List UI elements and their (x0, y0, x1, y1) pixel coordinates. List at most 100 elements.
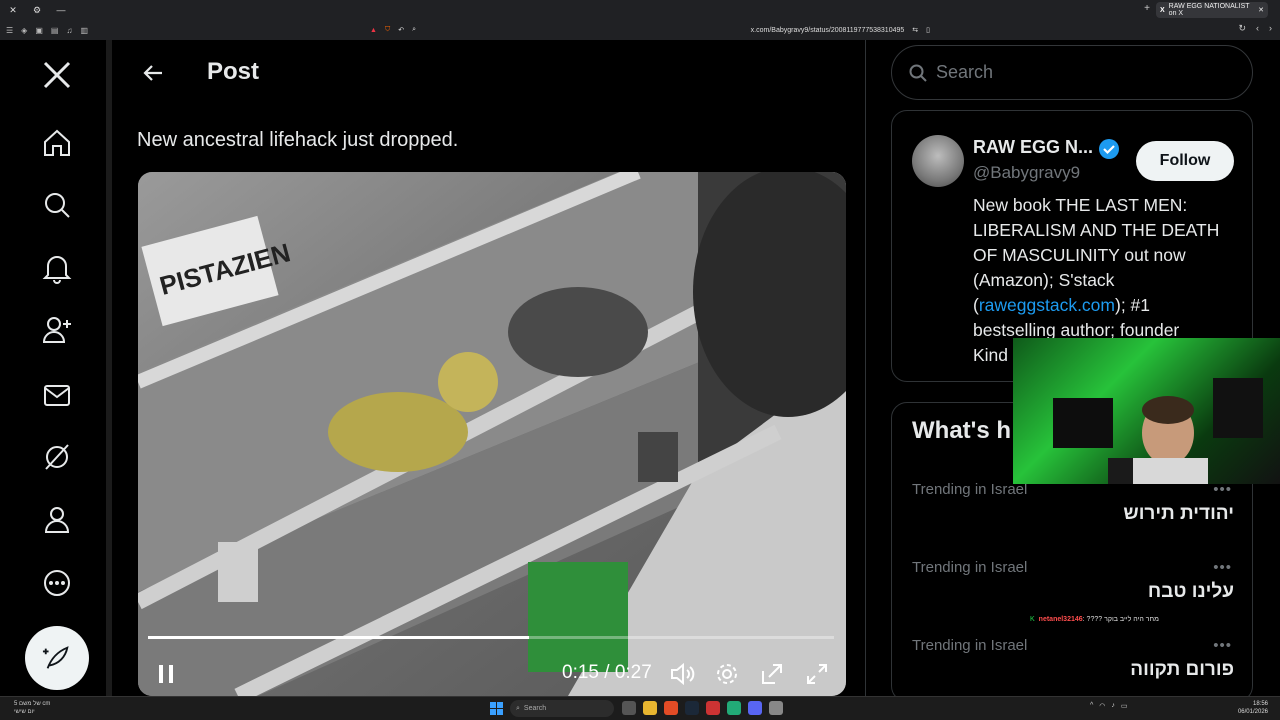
taskbar-search-label: Search (523, 705, 547, 712)
trend-meta: Trending in Israel (912, 637, 1028, 654)
tab-close-icon[interactable]: ✕ (1258, 6, 1264, 14)
more-options-icon[interactable]: ••• (1213, 559, 1232, 576)
bookmark-icon[interactable]: ▯ (926, 26, 930, 34)
video-time: 0:15 / 0:27 (562, 662, 652, 683)
more-icon[interactable] (38, 564, 76, 602)
bio-line: OF MASCULINITY out now (973, 245, 1186, 265)
new-tab-icon[interactable]: + (1144, 3, 1150, 14)
trend-meta: Trending in Israel (912, 481, 1028, 498)
back-icon[interactable]: ‹ (1256, 23, 1259, 34)
trend-item[interactable]: Trending in Israel ••• יהודית תירוש (892, 481, 1252, 559)
pause-icon (159, 665, 173, 683)
settings-button[interactable] (711, 658, 743, 690)
profile-icon[interactable] (38, 501, 76, 539)
pause-button[interactable] (150, 658, 182, 690)
webcam-frame (1053, 378, 1263, 484)
arrow-left-icon (143, 65, 162, 81)
trend-name: יהודית תירוש (1123, 503, 1234, 524)
x-favicon-icon: X (1160, 6, 1165, 14)
battery-icon[interactable]: ▭ (1121, 702, 1128, 710)
brave-rewards-icon[interactable]: ▲ (370, 27, 377, 34)
bio-link[interactable]: raweggstack.com (979, 295, 1115, 315)
app-icon[interactable] (727, 701, 741, 715)
settings-icon[interactable]: ⚙ (30, 5, 44, 16)
add-user-icon[interactable] (38, 311, 76, 349)
search-nav-icon[interactable]: ⌕ (412, 26, 416, 34)
clock[interactable]: 18:56 06/01/2026 (1238, 700, 1268, 716)
stream-chat-message: Knetanel32146: ???? מחר היה לייב בוקר (1030, 616, 1159, 623)
compose-post-button[interactable] (25, 626, 89, 690)
trend-name: עלינו טבח (1147, 581, 1234, 602)
sidebar-icon[interactable]: ▥ (80, 26, 88, 35)
trends-title: What's h (912, 417, 1012, 444)
shield-icon[interactable]: ◈ (21, 26, 27, 35)
mail-icon[interactable] (38, 376, 76, 414)
video-progress-fill (148, 636, 529, 639)
share-icon[interactable]: ⇆ (912, 26, 918, 34)
back-nav-icon[interactable]: ↶ (398, 26, 404, 34)
url-text[interactable]: x.com/Babygravy9/status/2008119777538310… (751, 27, 905, 34)
settings-icon[interactable] (769, 701, 783, 715)
close-window-icon[interactable]: ✕ (6, 5, 20, 16)
extensions-icon[interactable]: ▣ (35, 26, 43, 35)
task-view-icon[interactable] (622, 701, 636, 715)
video-player[interactable]: PISTAZIEN 0:15 / 0:27 (138, 172, 846, 696)
profile-name[interactable]: RAW EGG N... (973, 137, 1093, 158)
profile-handle[interactable]: @Babygravy9 (973, 163, 1080, 183)
file-explorer-icon[interactable] (643, 701, 657, 715)
brave-icon[interactable] (664, 701, 678, 715)
grok-icon[interactable] (38, 438, 76, 476)
chevron-up-icon[interactable]: ^ (1090, 702, 1093, 710)
gear-icon (717, 664, 737, 684)
search-icon[interactable] (38, 186, 76, 224)
volume-button[interactable] (666, 658, 698, 690)
search-placeholder: Search (936, 62, 994, 82)
bio-line: LIBERALISM AND THE DEATH (973, 220, 1220, 240)
clock-date: 06/01/2026 (1237, 709, 1268, 715)
taskbar-search[interactable]: ⌕ Search (510, 700, 614, 717)
trend-name: פורום תקווה (1130, 659, 1234, 680)
browser-chrome: ✕ ⚙ — + X RAW EGG NATIONALIST on X ✕ ☰ ◈… (0, 0, 1280, 40)
address-bar[interactable]: ▲ ⛉ ↶ ⌕ x.com/Babygravy9/status/20081197… (370, 22, 930, 38)
chat-badge-icon: K (1030, 616, 1035, 623)
follow-button[interactable]: Follow (1136, 141, 1234, 181)
forward-icon[interactable]: › (1269, 23, 1272, 34)
picture-in-picture-button[interactable] (756, 658, 788, 690)
minimize-icon[interactable]: — (54, 5, 68, 15)
music-icon[interactable]: ♫ (66, 26, 72, 35)
discord-icon[interactable] (748, 701, 762, 715)
taskbar: של משם 5 cm יום שישי ⌕ Search ^ ◠ ♪ ▭ 18… (0, 696, 1280, 720)
system-tray: ^ ◠ ♪ ▭ (1090, 702, 1128, 710)
browser-tab[interactable]: X RAW EGG NATIONALIST on X ✕ (1156, 2, 1268, 18)
volume-icon[interactable]: ♪ (1111, 702, 1115, 710)
post-text: New ancestral lifehack just dropped. (137, 129, 459, 151)
steam-icon[interactable] (685, 701, 699, 715)
trend-meta: Trending in Israel (912, 559, 1028, 576)
avatar[interactable] (912, 135, 964, 187)
search-input[interactable]: Search (891, 45, 1253, 100)
verified-badge-icon (1099, 139, 1119, 159)
x-logo-icon[interactable] (38, 56, 76, 94)
menu-icon[interactable]: ☰ (6, 26, 13, 35)
back-button[interactable] (138, 58, 168, 88)
more-options-icon[interactable]: ••• (1213, 637, 1232, 654)
video-progress-bar[interactable] (148, 636, 834, 639)
trend-item[interactable]: Trending in Israel ••• עלינו טבח (892, 559, 1252, 637)
brave-shield-icon[interactable]: ⛉ (385, 26, 390, 34)
browser-nav-controls: ↻ ‹ › (1238, 23, 1272, 34)
webcam-overlay (1013, 338, 1280, 484)
bookmarks-icon[interactable]: ▤ (51, 26, 59, 35)
network-icon[interactable]: ◠ (1099, 702, 1105, 710)
reload-icon[interactable]: ↻ (1238, 23, 1246, 34)
windows-start-icon[interactable] (490, 702, 503, 715)
feather-icon (42, 646, 69, 669)
bio-line: New book THE LAST MEN: (973, 195, 1188, 215)
home-icon[interactable] (38, 124, 76, 162)
weather-line: יום שישי (14, 709, 35, 715)
fullscreen-icon (807, 664, 827, 684)
fullscreen-button[interactable] (801, 658, 833, 690)
weather-widget[interactable]: של משם 5 cm יום שישי (14, 700, 50, 716)
bell-icon[interactable] (38, 249, 76, 287)
app-icon[interactable] (706, 701, 720, 715)
trend-item[interactable]: Trending in Israel ••• פורום תקווה (892, 637, 1252, 701)
